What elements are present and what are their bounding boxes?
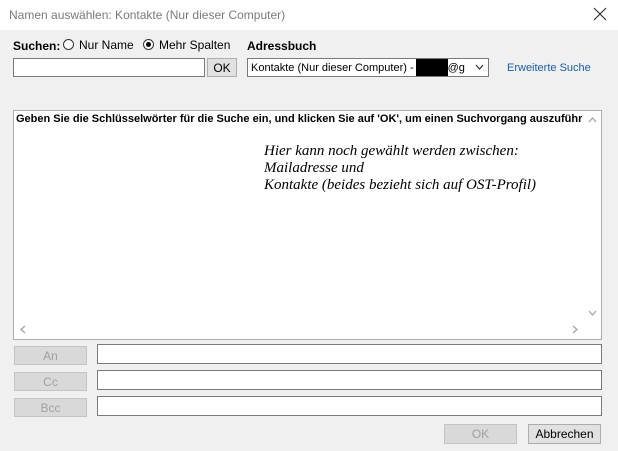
advanced-search-link[interactable]: Erweiterte Suche [507,62,591,74]
results-header: Geben Sie die Schlüsselwörter für die Su… [16,113,582,125]
annotation-line: Hier kann noch gewählt werden zwischen: [264,143,519,159]
search-ok-button[interactable]: OK [207,58,237,77]
to-button[interactable]: An [14,346,87,365]
close-button[interactable] [590,4,610,24]
search-label: Suchen: [13,39,61,53]
arrow-up-icon[interactable] [588,115,597,125]
cc-field[interactable] [97,370,602,390]
radio-name-only[interactable] [63,39,74,50]
radio-more-columns[interactable] [143,39,154,50]
addressbook-selected-prefix: Kontakte (Nur dieser Computer) - [251,61,414,74]
addressbook-selected-suffix: @g [447,61,465,74]
annotation-line: Kontakte (beides bezieht sich auf OST-Pr… [264,177,537,193]
cc-button[interactable]: Cc [14,372,87,391]
arrow-right-icon[interactable] [572,325,578,336]
annotation-text: Hier kann noch gewählt werden zwischen: … [264,143,536,194]
redacted-block [415,59,448,76]
results-list[interactable]: Geben Sie die Schlüsselwörter für die Su… [13,110,602,340]
bcc-button[interactable]: Bcc [14,398,87,417]
ok-button[interactable]: OK [444,424,517,444]
bcc-field[interactable] [97,396,602,416]
addressbook-select[interactable]: Kontakte (Nur dieser Computer) - @g [247,58,489,77]
annotation-line: Mailadresse und [264,160,364,176]
to-field[interactable] [97,344,602,364]
arrow-down-icon[interactable] [588,308,597,318]
radio-name-only-label[interactable]: Nur Name [79,38,134,52]
radio-more-columns-label[interactable]: Mehr Spalten [159,38,230,52]
window-title: Namen auswählen: Kontakte (Nur dieser Co… [9,8,286,22]
search-input[interactable] [13,58,205,77]
cancel-button[interactable]: Abbrechen [528,424,601,444]
close-icon [593,7,607,21]
arrow-left-icon[interactable] [20,325,26,336]
addressbook-label: Adressbuch [247,39,317,53]
chevron-down-icon [475,64,484,70]
